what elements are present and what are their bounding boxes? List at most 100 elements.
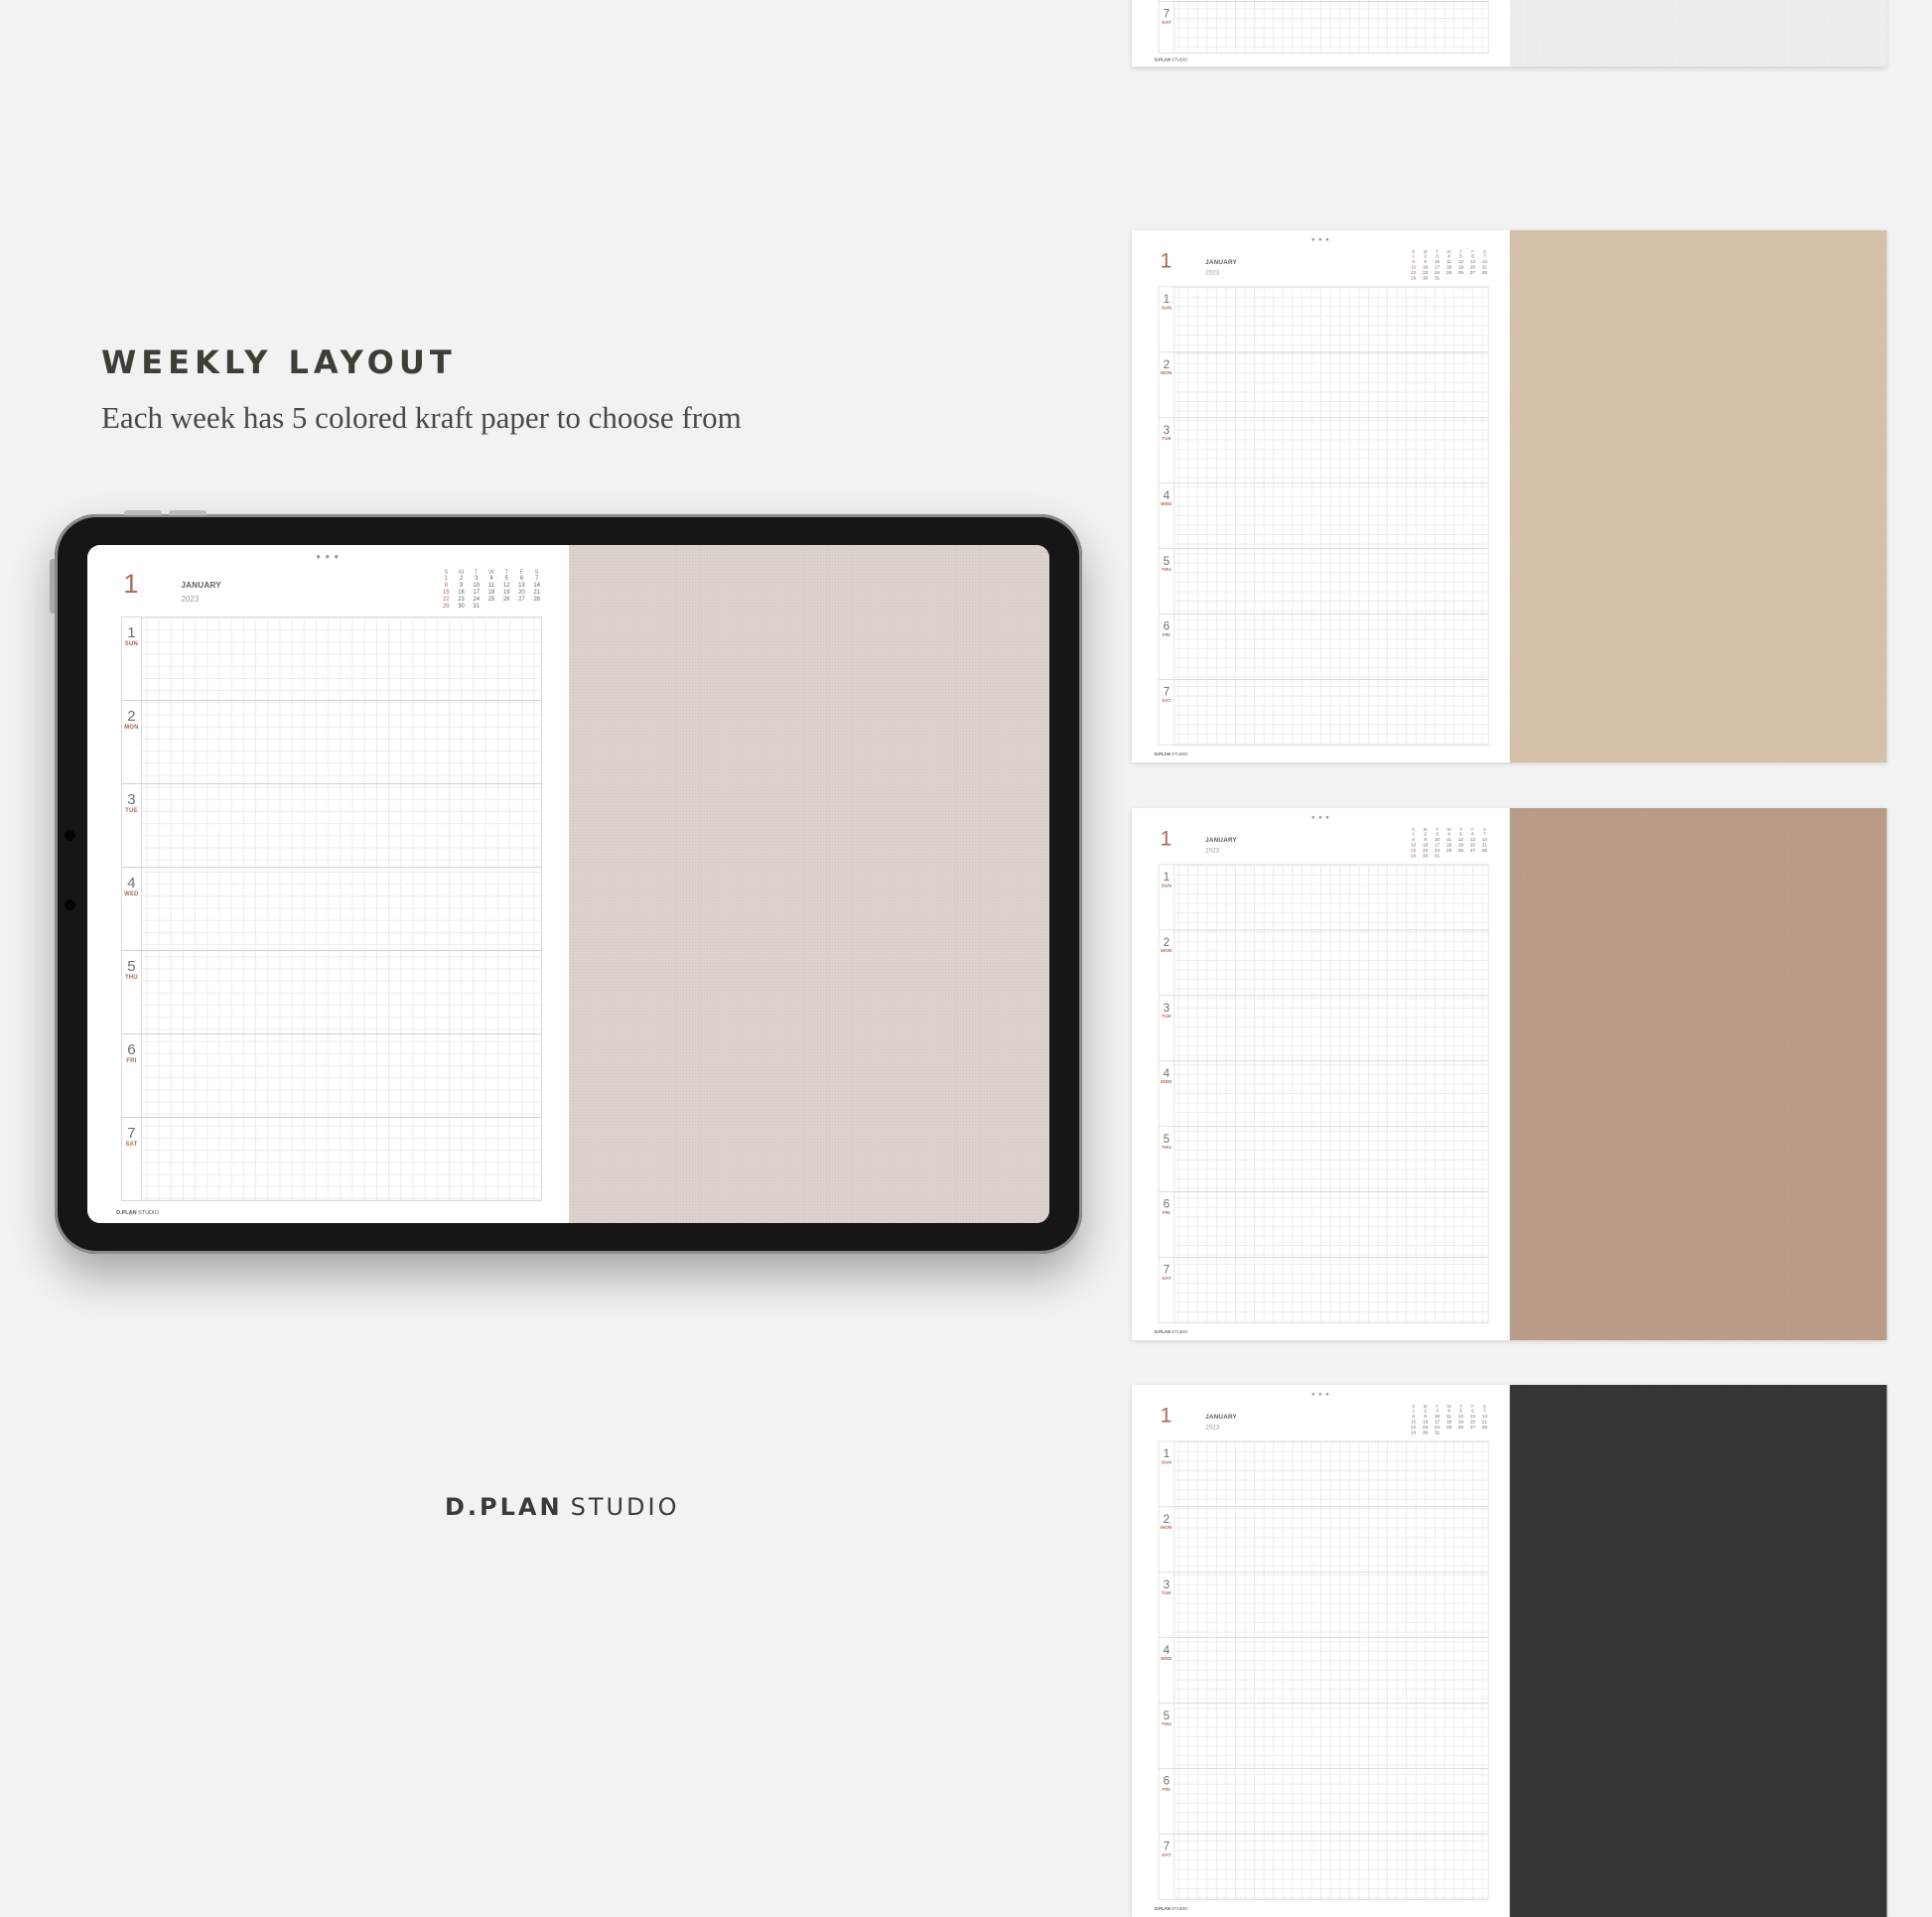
day-row[interactable]: 7 SAT [1159,1835,1487,1900]
day-row[interactable]: 1 SUN [1159,287,1488,353]
calendar-date[interactable]: 5 [499,576,514,583]
more-dots-icon[interactable]: ● ● ● [316,553,340,561]
kraft-paper-page[interactable] [1509,1385,1887,1917]
calendar-date[interactable]: 12 [499,583,514,590]
more-dots-icon[interactable]: ● ● ● [1311,236,1330,242]
day-row[interactable]: 1 SUN [1159,1441,1488,1508]
day-row[interactable]: 2 MON [1159,930,1488,997]
calendar-date[interactable]: 28 [529,597,544,604]
calendar-date[interactable]: 11 [483,583,498,590]
calendar-date[interactable]: 25 [483,597,498,604]
day-row[interactable]: 5 THU [1159,1127,1488,1193]
kraft-paper-page[interactable] [1509,230,1887,763]
calendar-date[interactable]: 23 [454,597,469,604]
footer-suffix: STUDIO [1172,753,1188,757]
calendar-date[interactable]: 30 [454,604,469,611]
calendar-date[interactable]: 31 [1432,854,1444,859]
day-row[interactable]: 7 SAT [121,1118,541,1201]
calendar-date[interactable]: 27 [1466,849,1478,854]
calendar-date[interactable]: 6 [514,576,529,583]
day-row[interactable]: 2 MON [121,700,541,784]
day-label: 1 SUN [1159,287,1175,352]
calendar-date[interactable]: 21 [529,590,544,597]
calendar-date[interactable]: 3 [469,576,483,583]
day-row[interactable]: 4 WED [1159,1638,1488,1705]
day-row[interactable]: 7 SAT [1159,2,1487,53]
kraft-paper-page[interactable] [568,545,1049,1223]
calendar-date[interactable]: 28 [1478,849,1490,854]
calendar-date[interactable]: 26 [1454,271,1466,276]
calendar-date[interactable]: 1 [439,576,454,583]
calendar-date[interactable]: 30 [1420,1431,1432,1436]
day-row[interactable]: 5 THU [121,950,541,1035]
day-number: 1 [127,623,136,641]
calendar-date[interactable]: 22 [439,597,454,604]
calendar-date[interactable]: 13 [514,583,529,590]
calendar-date[interactable]: 25 [1444,849,1455,854]
calendar-date[interactable]: 31 [1432,1431,1444,1436]
day-row[interactable]: 1 SUN [1159,865,1488,931]
kraft-paper-page[interactable] [1509,0,1887,68]
calendar-date[interactable]: 26 [1454,849,1466,854]
calendar-date[interactable]: 4 [483,576,498,583]
tablet-camera-icon [65,830,75,841]
calendar-date[interactable]: 27 [1466,271,1478,276]
day-name: WED [1161,1656,1173,1662]
day-row[interactable]: 1 SUN [121,616,541,701]
day-row[interactable]: 5 THU [1159,549,1488,616]
calendar-date[interactable]: 28 [1478,1426,1490,1431]
day-number: 5 [1163,1709,1171,1722]
calendar-date[interactable]: 15 [439,590,454,597]
day-name: FRI [126,1058,137,1065]
calendar-date[interactable]: 29 [1408,854,1420,859]
calendar-date[interactable]: 16 [454,590,469,597]
day-row[interactable]: 7 SAT [1159,680,1487,746]
calendar-date[interactable]: 26 [499,597,514,604]
calendar-date[interactable]: 25 [1444,271,1455,276]
more-dots-icon[interactable]: ● ● ● [1311,814,1330,820]
calendar-date[interactable]: 14 [529,583,544,590]
calendar-date[interactable]: 27 [1466,1426,1478,1431]
page-footer: D.PLAN STUDIO [116,1210,159,1216]
calendar-date[interactable]: 24 [469,597,483,604]
calendar-date[interactable]: 25 [1444,1426,1455,1431]
calendar-date[interactable]: 27 [514,597,529,604]
day-row[interactable]: 5 THU [1159,1704,1488,1770]
calendar-date[interactable]: 31 [1432,276,1444,281]
calendar-date[interactable]: 20 [514,590,529,597]
day-number: 3 [1163,423,1171,437]
calendar-date[interactable]: 17 [469,590,483,597]
kraft-paper-page[interactable] [1509,808,1887,1341]
calendar-date[interactable]: 29 [1408,1431,1420,1436]
day-row[interactable]: 2 MON [1159,1507,1488,1574]
calendar-date[interactable]: 9 [454,583,469,590]
calendar-date[interactable]: 2 [454,576,469,583]
calendar-date[interactable]: 10 [469,583,483,590]
calendar-date[interactable]: 7 [529,576,544,583]
day-row[interactable]: 3 TUE [1159,418,1488,484]
calendar-date[interactable]: 8 [439,583,454,590]
day-row[interactable]: 2 MON [1159,352,1488,419]
day-row[interactable]: 6FRI [121,1034,541,1119]
more-dots-icon[interactable]: ● ● ● [1311,1391,1330,1397]
calendar-date[interactable]: 29 [1408,276,1420,281]
calendar-date[interactable]: 26 [1454,1426,1466,1431]
day-row[interactable]: 6FRI [1159,615,1488,681]
day-row[interactable]: 4 WED [121,867,541,951]
calendar-date[interactable]: 30 [1420,854,1432,859]
day-number: 1 [1163,1446,1171,1460]
day-row[interactable]: 4 WED [1159,483,1488,550]
calendar-date[interactable]: 29 [439,604,454,611]
day-row[interactable]: 3 TUE [1159,1573,1488,1639]
day-row[interactable]: 6FRI [1159,1192,1488,1259]
day-row[interactable]: 4 WED [1159,1061,1488,1128]
calendar-date[interactable]: 30 [1420,276,1432,281]
day-row[interactable]: 3 TUE [121,783,541,868]
day-row[interactable]: 3 TUE [1159,996,1488,1062]
day-row[interactable]: 6FRI [1159,1769,1488,1836]
calendar-date[interactable]: 28 [1478,271,1490,276]
calendar-date[interactable]: 19 [499,590,514,597]
day-row[interactable]: 7 SAT [1159,1258,1487,1323]
calendar-date[interactable]: 18 [483,590,498,597]
calendar-date[interactable]: 31 [469,604,483,611]
